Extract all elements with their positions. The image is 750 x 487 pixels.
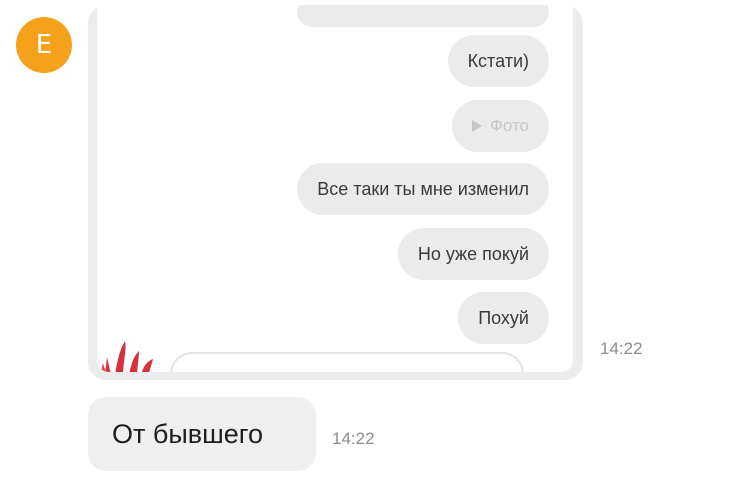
screenshot-attachment[interactable]: Кстати) Фото Все таки ты мне изменил Но … xyxy=(88,5,583,380)
bubble-text: Все таки ты мне изменил xyxy=(317,178,529,199)
photo-bubble: Фото xyxy=(451,100,549,152)
bubble-text: Но уже покуй xyxy=(417,243,529,264)
chat-bubble: Кстати) xyxy=(447,35,549,87)
cropped-bubble xyxy=(297,5,549,27)
message-text: От бывшего xyxy=(112,418,264,449)
bubble-text: Кстати) xyxy=(467,50,529,71)
timestamp: 14:22 xyxy=(332,429,375,448)
chat-bubble: Но уже покуй xyxy=(397,228,549,280)
chat-bubble: Похуй xyxy=(458,292,549,344)
sticker-icon xyxy=(101,341,153,372)
chat-bubble: Все таки ты мне изменил xyxy=(297,163,549,215)
play-icon xyxy=(471,120,482,132)
message-input-preview xyxy=(170,352,524,372)
screenshot-content: Кстати) Фото Все таки ты мне изменил Но … xyxy=(97,5,573,372)
bubble-text: Фото xyxy=(489,116,529,135)
bubble-text: Похуй xyxy=(478,307,529,328)
timestamp: 14:22 xyxy=(600,339,643,358)
avatar[interactable]: E xyxy=(16,17,72,73)
message-bubble[interactable]: От бывшего xyxy=(88,397,316,471)
